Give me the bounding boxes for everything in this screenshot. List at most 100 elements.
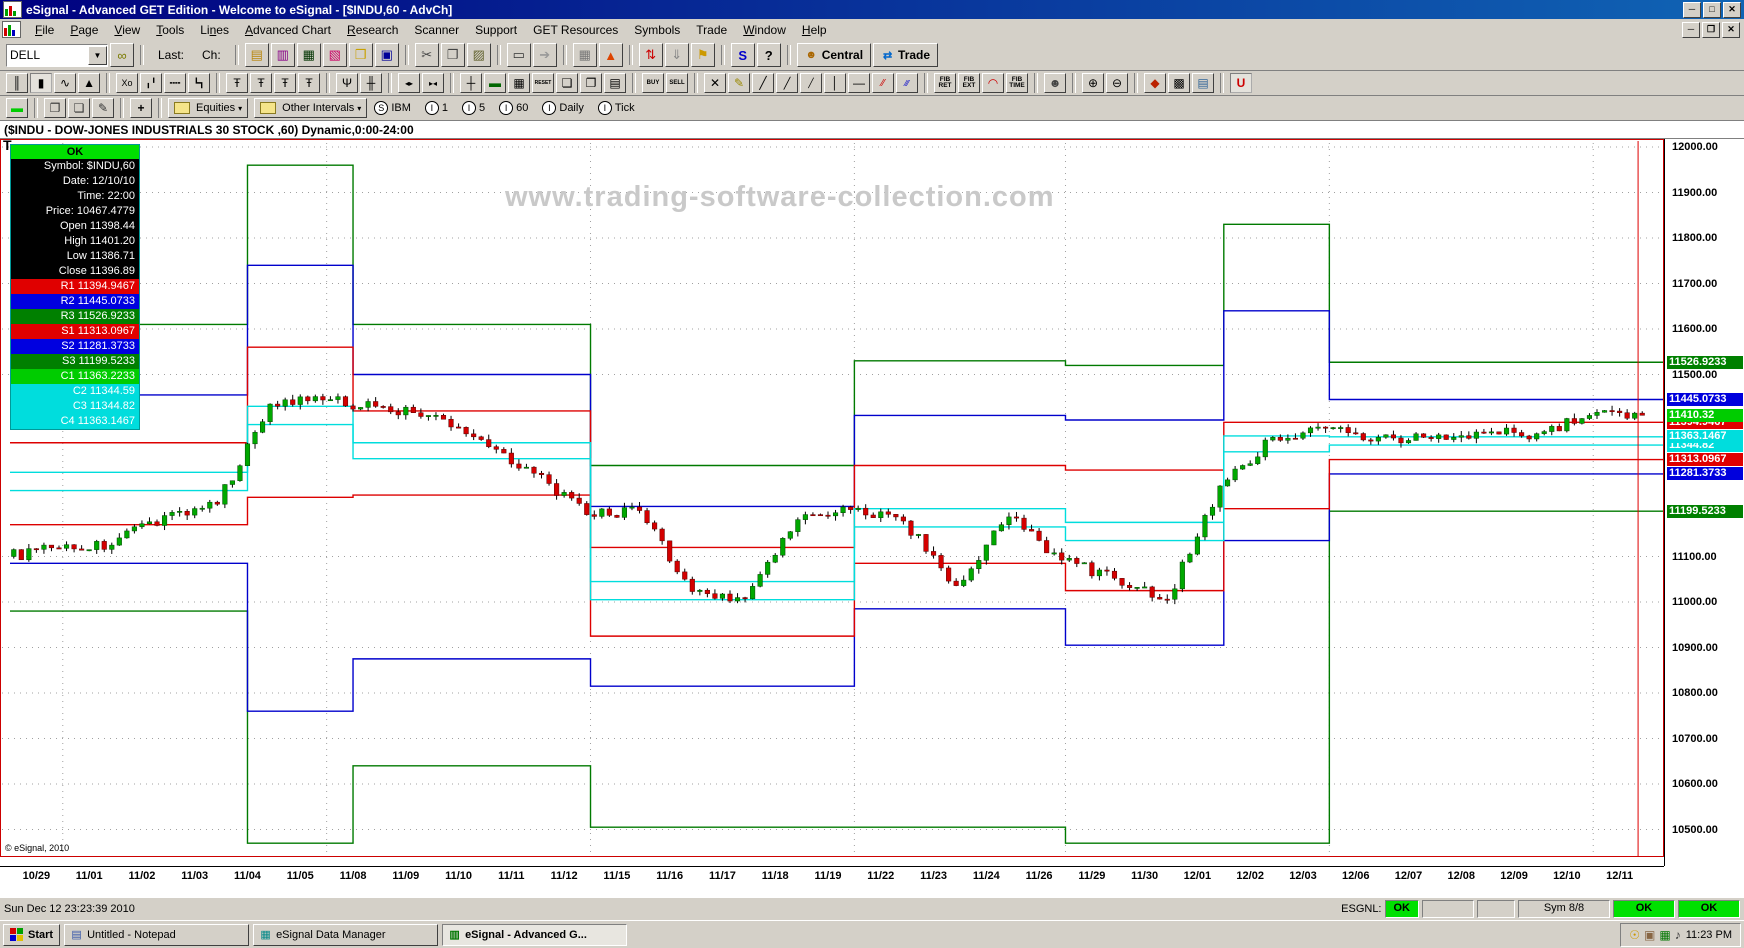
tick-bar-icon[interactable]: ╻╹ (140, 73, 162, 93)
get-study-2-icon[interactable]: Ŧ (250, 73, 272, 93)
extended-line-icon[interactable]: ╱ (800, 73, 822, 93)
equities-dropdown[interactable]: Equities ▾ (168, 98, 249, 118)
get-study-1-icon[interactable]: Ŧ (226, 73, 248, 93)
menu-help[interactable]: Help (794, 21, 835, 39)
volume-tray-icon[interactable]: ♪ (1675, 928, 1681, 942)
security-tray-icon[interactable]: ☉ (1629, 928, 1640, 942)
regression-channel-icon[interactable]: ╫ (360, 73, 382, 93)
mdi-minimize-button[interactable]: ─ (1682, 21, 1700, 38)
menu-page[interactable]: Page (62, 21, 106, 39)
fib-retracement-icon[interactable]: FIB RET (934, 73, 956, 93)
symbol-ibm-button[interactable]: S IBM (369, 98, 416, 118)
menu-advanced-chart[interactable]: Advanced Chart (237, 21, 339, 39)
expand-bars-icon[interactable]: ◂▸ (398, 73, 420, 93)
trendline-icon[interactable]: ╱ (752, 73, 774, 93)
point-figure-icon[interactable]: Xo (116, 73, 138, 93)
line-type-icon[interactable]: ∿ (54, 73, 76, 93)
renko-icon[interactable]: ╍╍ (164, 73, 186, 93)
fib-time-icon[interactable]: FIB TIME (1006, 73, 1028, 93)
parallel-lines-icon[interactable]: ⁄⁄ (872, 73, 894, 93)
mdi-restore-button[interactable]: ❐ (1702, 21, 1720, 38)
get-study-3-icon[interactable]: Ŧ (274, 73, 296, 93)
underline-tool-icon[interactable]: U (1230, 73, 1252, 93)
maximize-button[interactable]: □ (1703, 1, 1721, 18)
eraser-icon[interactable]: ◆ (1144, 73, 1166, 93)
account-manager-icon[interactable]: ☻ (1044, 73, 1066, 93)
page-settings-icon[interactable]: ▤ (604, 73, 626, 93)
symbol-search-icon[interactable]: S (730, 43, 755, 67)
chart-plot[interactable] (0, 139, 1664, 866)
zoom-in-icon[interactable]: ⊕ (1082, 73, 1104, 93)
page-edit-icon[interactable]: ✎ (92, 98, 114, 118)
notes-icon[interactable]: ▤ (1192, 73, 1214, 93)
close-button[interactable]: ✕ (1723, 1, 1741, 18)
area-type-icon[interactable]: ▲ (78, 73, 100, 93)
get-study-4-icon[interactable]: Ŧ (298, 73, 320, 93)
menu-scanner[interactable]: Scanner (406, 21, 467, 39)
price-axis[interactable]: 12000.00 11900.00 11800.00 11700.00 11600.00… (1664, 139, 1744, 866)
page-copy-icon[interactable]: ❏ (556, 73, 578, 93)
fan-lines-icon[interactable]: ⁄⁄⁄ (896, 73, 918, 93)
page-new-icon[interactable]: ❐ (580, 73, 602, 93)
candlestick-type-icon[interactable]: ▮ (30, 73, 52, 93)
menu-file[interactable]: File (27, 21, 62, 39)
fib-arc-icon[interactable]: ◠ (982, 73, 1004, 93)
interval-tick-button[interactable]: I Tick (593, 98, 640, 118)
menu-window[interactable]: Window (735, 21, 794, 39)
bar-colors-icon[interactable]: ▬ (484, 73, 506, 93)
new-layout-icon[interactable]: ▤ (244, 43, 269, 67)
mdi-close-button[interactable]: ✕ (1722, 21, 1740, 38)
menu-research[interactable]: Research (339, 21, 406, 39)
crosshair-icon[interactable]: ┼ (460, 73, 482, 93)
network-tray-icon[interactable]: ▦ (1659, 928, 1670, 942)
strategy-icon[interactable]: ▦ (572, 43, 597, 67)
pitchfork-icon[interactable]: Ψ (336, 73, 358, 93)
alert-bell-icon[interactable]: ⚑ (690, 43, 715, 67)
quote-window-icon[interactable]: ▦ (296, 43, 321, 67)
vertical-line-icon[interactable]: │ (824, 73, 846, 93)
menu-view[interactable]: View (106, 21, 148, 39)
hot-list-icon[interactable]: ▲ (598, 43, 623, 67)
menu-lines[interactable]: Lines (192, 21, 237, 39)
kagi-icon[interactable]: ┗┓ (188, 73, 210, 93)
menu-symbols[interactable]: Symbols (626, 21, 688, 39)
page-forward-icon[interactable]: ❐ (44, 98, 66, 118)
pencil-icon[interactable]: ✎ (728, 73, 750, 93)
interval-60-button[interactable]: I 60 (494, 98, 533, 118)
save-icon[interactable]: ▣ (374, 43, 399, 67)
paste-icon[interactable]: ▨ (466, 43, 491, 67)
zoom-out-icon[interactable]: ⊖ (1106, 73, 1128, 93)
page-back-icon[interactable]: ❏ (68, 98, 90, 118)
mesh-icon[interactable]: ▩ (1168, 73, 1190, 93)
interval-daily-button[interactable]: I Daily (537, 98, 588, 118)
minimize-button[interactable]: ─ (1683, 1, 1701, 18)
compress-bars-icon[interactable]: ▸◂ (422, 73, 444, 93)
menu-get-resources[interactable]: GET Resources (525, 21, 626, 39)
task-notepad[interactable]: ▤ Untitled - Notepad (64, 923, 250, 946)
symbol-combo[interactable]: DELL ▼ (6, 43, 108, 67)
cut-icon[interactable]: ✂ (414, 43, 439, 67)
go-icon[interactable]: ➔ (532, 43, 557, 67)
other-intervals-dropdown[interactable]: Other Intervals ▾ (254, 98, 368, 118)
context-help-icon[interactable]: ? (756, 43, 781, 67)
interval-5-button[interactable]: I5 (457, 98, 490, 118)
copy-icon[interactable]: ❐ (440, 43, 465, 67)
interval-1-button[interactable]: I1 (420, 98, 453, 118)
symbol-combo-arrow-icon[interactable]: ▼ (88, 45, 107, 65)
date-axis[interactable]: 10/29 11/01 11/02 11/03 11/04 11/05 11/08 11/09… (0, 866, 1664, 889)
new-chart-icon[interactable]: ▥ (270, 43, 295, 67)
fib-extension-icon[interactable]: FIB EXT (958, 73, 980, 93)
snapshot-tray-icon[interactable]: ▣ (1644, 928, 1655, 942)
link-symbol-icon[interactable]: ∞ (110, 43, 134, 67)
central-button[interactable]: ☻ Central (796, 43, 872, 67)
print-icon[interactable]: ▭ (506, 43, 531, 67)
start-button[interactable]: Start (3, 923, 61, 946)
trade-button[interactable]: ⇄ Trade (873, 43, 939, 67)
menu-tools[interactable]: Tools (148, 21, 192, 39)
menu-support[interactable]: Support (467, 21, 525, 39)
download-icon[interactable]: ⇓ (664, 43, 689, 67)
bar-type-icon[interactable]: ║ (6, 73, 28, 93)
add-symbol-icon[interactable]: + (130, 98, 152, 118)
menu-trade[interactable]: Trade (688, 21, 735, 39)
tick-arrows-icon[interactable]: ⇅ (638, 43, 663, 67)
